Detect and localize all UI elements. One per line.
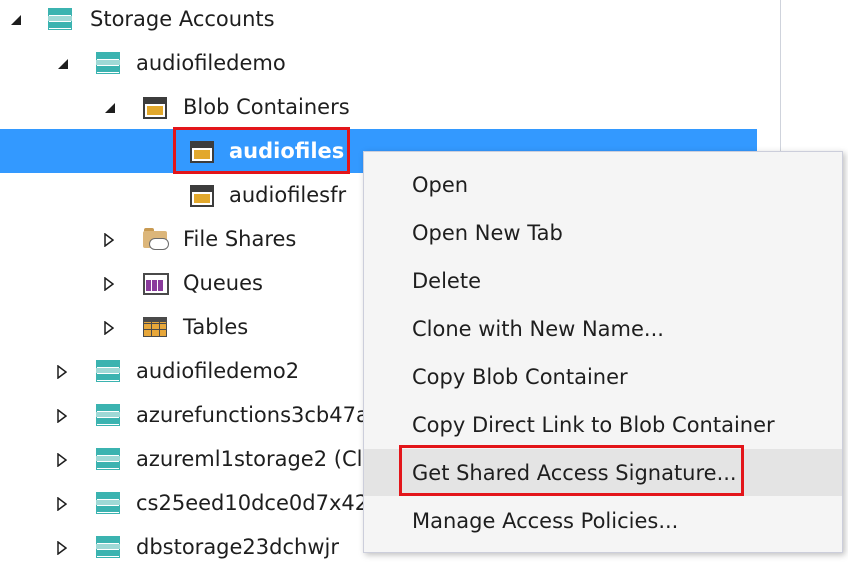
collapsed-arrow-icon[interactable] bbox=[57, 541, 67, 555]
blob-container-icon bbox=[190, 185, 214, 207]
collapsed-arrow-icon[interactable] bbox=[104, 321, 114, 335]
collapsed-arrow-icon[interactable] bbox=[57, 497, 67, 511]
storage-account-icon bbox=[96, 536, 120, 558]
tree-node-label: audiofilesfr bbox=[229, 183, 347, 207]
storage-account-icon bbox=[96, 52, 120, 74]
menu-item-label: Open New Tab bbox=[412, 220, 563, 245]
collapsed-arrow-icon[interactable] bbox=[104, 233, 114, 247]
menu-item-label: Copy Blob Container bbox=[412, 364, 628, 389]
tree-node-storage-accounts[interactable]: Storage Accounts bbox=[0, 0, 757, 41]
menu-item-open-new-tab[interactable]: Open New Tab bbox=[364, 209, 842, 256]
tree-node-label: audiofiledemo2 bbox=[136, 359, 300, 383]
storage-account-icon bbox=[96, 404, 120, 426]
menu-item-manage-access-policies[interactable]: Manage Access Policies... bbox=[364, 497, 842, 544]
menu-item-label: Delete bbox=[412, 268, 481, 293]
blob-container-icon bbox=[143, 97, 167, 119]
tree-node-label: Blob Containers bbox=[183, 95, 350, 119]
menu-item-copy-blob-container[interactable]: Copy Blob Container bbox=[364, 353, 842, 400]
menu-item-copy-direct-link[interactable]: Copy Direct Link to Blob Container bbox=[364, 401, 842, 448]
tree-node-blob-containers[interactable]: Blob Containers bbox=[0, 85, 757, 129]
tree-node-label: azurefunctions3cb47a bbox=[136, 403, 369, 427]
menu-item-delete[interactable]: Delete bbox=[364, 257, 842, 304]
menu-item-label: Clone with New Name... bbox=[412, 316, 664, 341]
storage-account-icon bbox=[96, 360, 120, 382]
tree-node-label: Tables bbox=[183, 315, 249, 339]
tables-icon bbox=[143, 316, 167, 338]
tree-node-label: audiofiledemo bbox=[136, 51, 286, 75]
tree-node-label: Queues bbox=[183, 271, 263, 295]
menu-item-label: Manage Access Policies... bbox=[412, 508, 679, 533]
tree-node-label: File Shares bbox=[183, 227, 297, 251]
tree-node-label: dbstorage23dchwjr bbox=[136, 535, 339, 559]
collapsed-arrow-icon[interactable] bbox=[57, 453, 67, 467]
storage-account-icon bbox=[96, 492, 120, 514]
storage-account-icon bbox=[96, 448, 120, 470]
menu-item-open[interactable]: Open bbox=[364, 161, 842, 208]
highlight-box-get-sas bbox=[399, 445, 744, 496]
tree-node-label: azureml1storage2 (Cl bbox=[136, 447, 363, 471]
tree-node-label: cs25eed10dce0d7x42 bbox=[136, 491, 369, 515]
menu-item-label: Copy Direct Link to Blob Container bbox=[412, 412, 775, 437]
menu-item-clone-with-new-name[interactable]: Clone with New Name... bbox=[364, 305, 842, 352]
highlight-box-audiofiles bbox=[173, 127, 350, 174]
expanded-arrow-icon[interactable] bbox=[10, 14, 22, 26]
collapsed-arrow-icon[interactable] bbox=[104, 277, 114, 291]
collapsed-arrow-icon[interactable] bbox=[57, 365, 67, 379]
file-share-icon bbox=[143, 228, 169, 250]
expanded-arrow-icon[interactable] bbox=[104, 102, 116, 114]
tree-node-storage-account[interactable]: audiofiledemo bbox=[0, 41, 757, 85]
expanded-arrow-icon[interactable] bbox=[57, 58, 69, 70]
menu-item-label: Open bbox=[412, 172, 469, 197]
collapsed-arrow-icon[interactable] bbox=[57, 409, 67, 423]
tree-node-label: Storage Accounts bbox=[90, 7, 275, 31]
storage-accounts-icon bbox=[48, 8, 72, 30]
queues-icon bbox=[143, 272, 169, 295]
